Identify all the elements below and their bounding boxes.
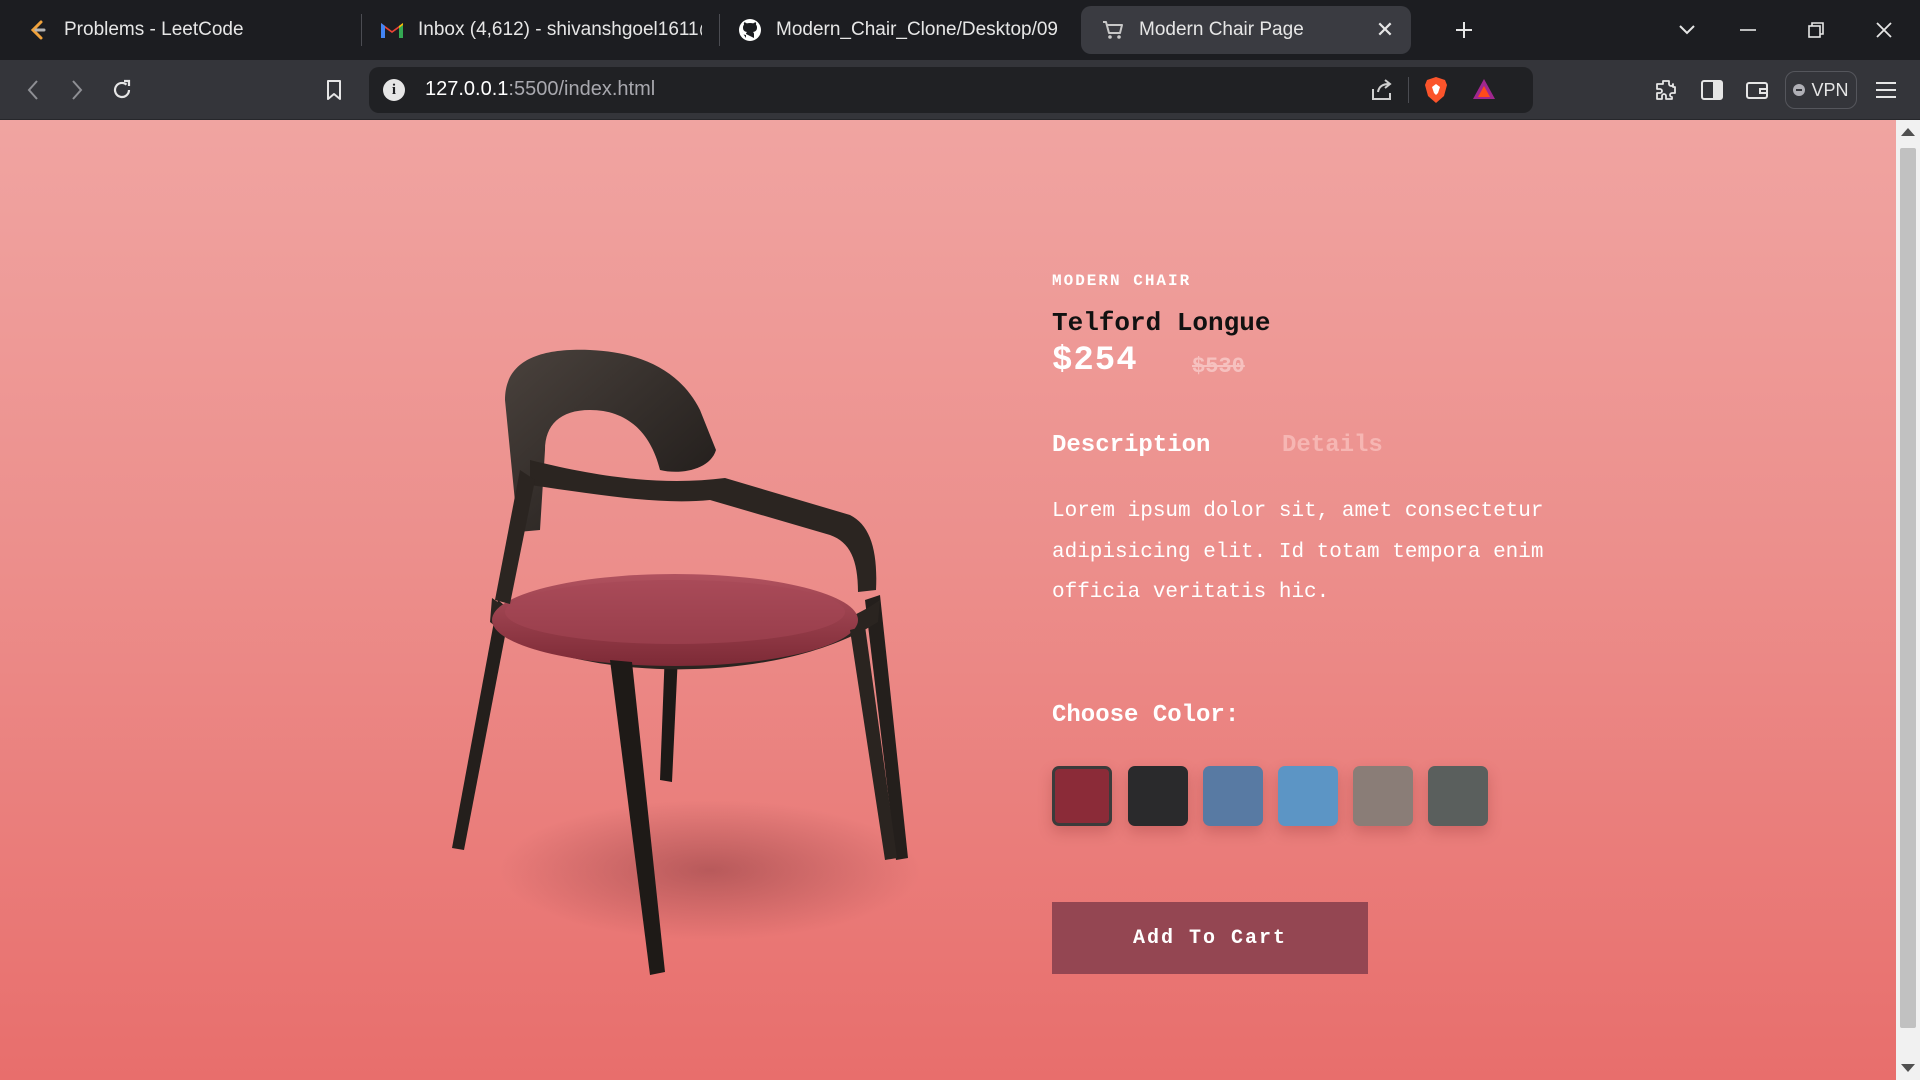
tab-modern-chair[interactable]: Modern Chair Page ✕ (1081, 6, 1411, 54)
vpn-status-icon (1793, 84, 1806, 96)
tab-separator (361, 14, 362, 46)
extensions-icon[interactable] (1648, 72, 1684, 108)
chair-product-image (452, 349, 920, 975)
color-swatch-crimson[interactable] (1052, 766, 1112, 826)
tab-gmail[interactable]: Inbox (4,612) - shivanshgoel1611@g (380, 6, 702, 54)
color-swatch-charcoal-grey[interactable] (1428, 766, 1488, 826)
tab-title: Problems - LeetCode (64, 19, 244, 40)
minimize-icon[interactable] (1730, 12, 1766, 48)
page-scrollbar[interactable] (1896, 120, 1920, 1080)
vpn-label: VPN (1811, 79, 1849, 100)
tab-title: Inbox (4,612) - shivanshgoel1611@g (418, 19, 702, 40)
url-text[interactable]: 127.0.0.1:5500/index.html (425, 78, 655, 101)
tab-description[interactable]: Description (1052, 432, 1210, 459)
color-swatch-sky-blue[interactable] (1278, 766, 1338, 826)
back-icon[interactable] (15, 72, 51, 108)
product-category: MODERN CHAIR (1052, 272, 1192, 290)
bookmark-icon[interactable] (316, 72, 352, 108)
separator (1408, 77, 1409, 103)
site-info-icon[interactable]: i (383, 79, 405, 101)
reload-icon[interactable] (104, 72, 140, 108)
scroll-down-icon[interactable] (1901, 1064, 1915, 1072)
github-icon (738, 18, 762, 42)
tab-title: Modern Chair Page (1139, 19, 1304, 40)
tab-title: Modern_Chair_Clone/Desktop/09 - l (776, 19, 1064, 40)
page-viewport: MODERN CHAIR Telford Longue $254 $530 De… (0, 120, 1896, 1080)
tab-github[interactable]: Modern_Chair_Clone/Desktop/09 - l (738, 6, 1064, 54)
original-price: $530 (1192, 354, 1245, 379)
color-swatch-denim-blue[interactable] (1203, 766, 1263, 826)
share-icon[interactable] (1369, 77, 1395, 108)
forward-icon[interactable] (59, 72, 95, 108)
browser-tab-strip: Problems - LeetCode Inbox (4,612) - shiv… (0, 0, 1920, 60)
color-swatch-taupe[interactable] (1353, 766, 1413, 826)
tab-separator (719, 14, 720, 46)
cart-icon (1101, 18, 1125, 42)
leetcode-icon (26, 18, 50, 42)
vpn-button[interactable]: VPN (1785, 71, 1857, 109)
color-swatch-black[interactable] (1128, 766, 1188, 826)
product-price: $254 (1052, 342, 1138, 380)
tab-details[interactable]: Details (1282, 432, 1383, 459)
restore-icon[interactable] (1798, 12, 1834, 48)
tab-leetcode[interactable]: Problems - LeetCode (26, 6, 346, 54)
product-description: Lorem ipsum dolor sit, amet consectetur … (1052, 500, 1544, 604)
wallet-icon[interactable] (1739, 72, 1775, 108)
browser-toolbar: i 127.0.0.1:5500/index.html VPN (0, 60, 1920, 120)
add-to-cart-button[interactable]: Add To Cart (1052, 902, 1368, 974)
scrollbar-thumb[interactable] (1900, 148, 1916, 1028)
sidebar-icon[interactable] (1694, 72, 1730, 108)
product-title: Telford Longue (1052, 308, 1271, 338)
tab-search-chevron-icon[interactable] (1669, 12, 1705, 48)
brave-rewards-icon[interactable] (1471, 77, 1497, 106)
new-tab-icon[interactable] (1446, 12, 1482, 48)
close-window-icon[interactable] (1866, 12, 1902, 48)
choose-color-heading: Choose Color: (1052, 702, 1240, 729)
menu-icon[interactable] (1868, 72, 1904, 108)
close-tab-icon[interactable]: ✕ (1373, 18, 1397, 42)
address-bar[interactable]: i 127.0.0.1:5500/index.html (369, 67, 1533, 113)
scroll-up-icon[interactable] (1901, 128, 1915, 136)
brave-shields-icon[interactable] (1423, 75, 1449, 110)
gmail-icon (380, 18, 404, 42)
